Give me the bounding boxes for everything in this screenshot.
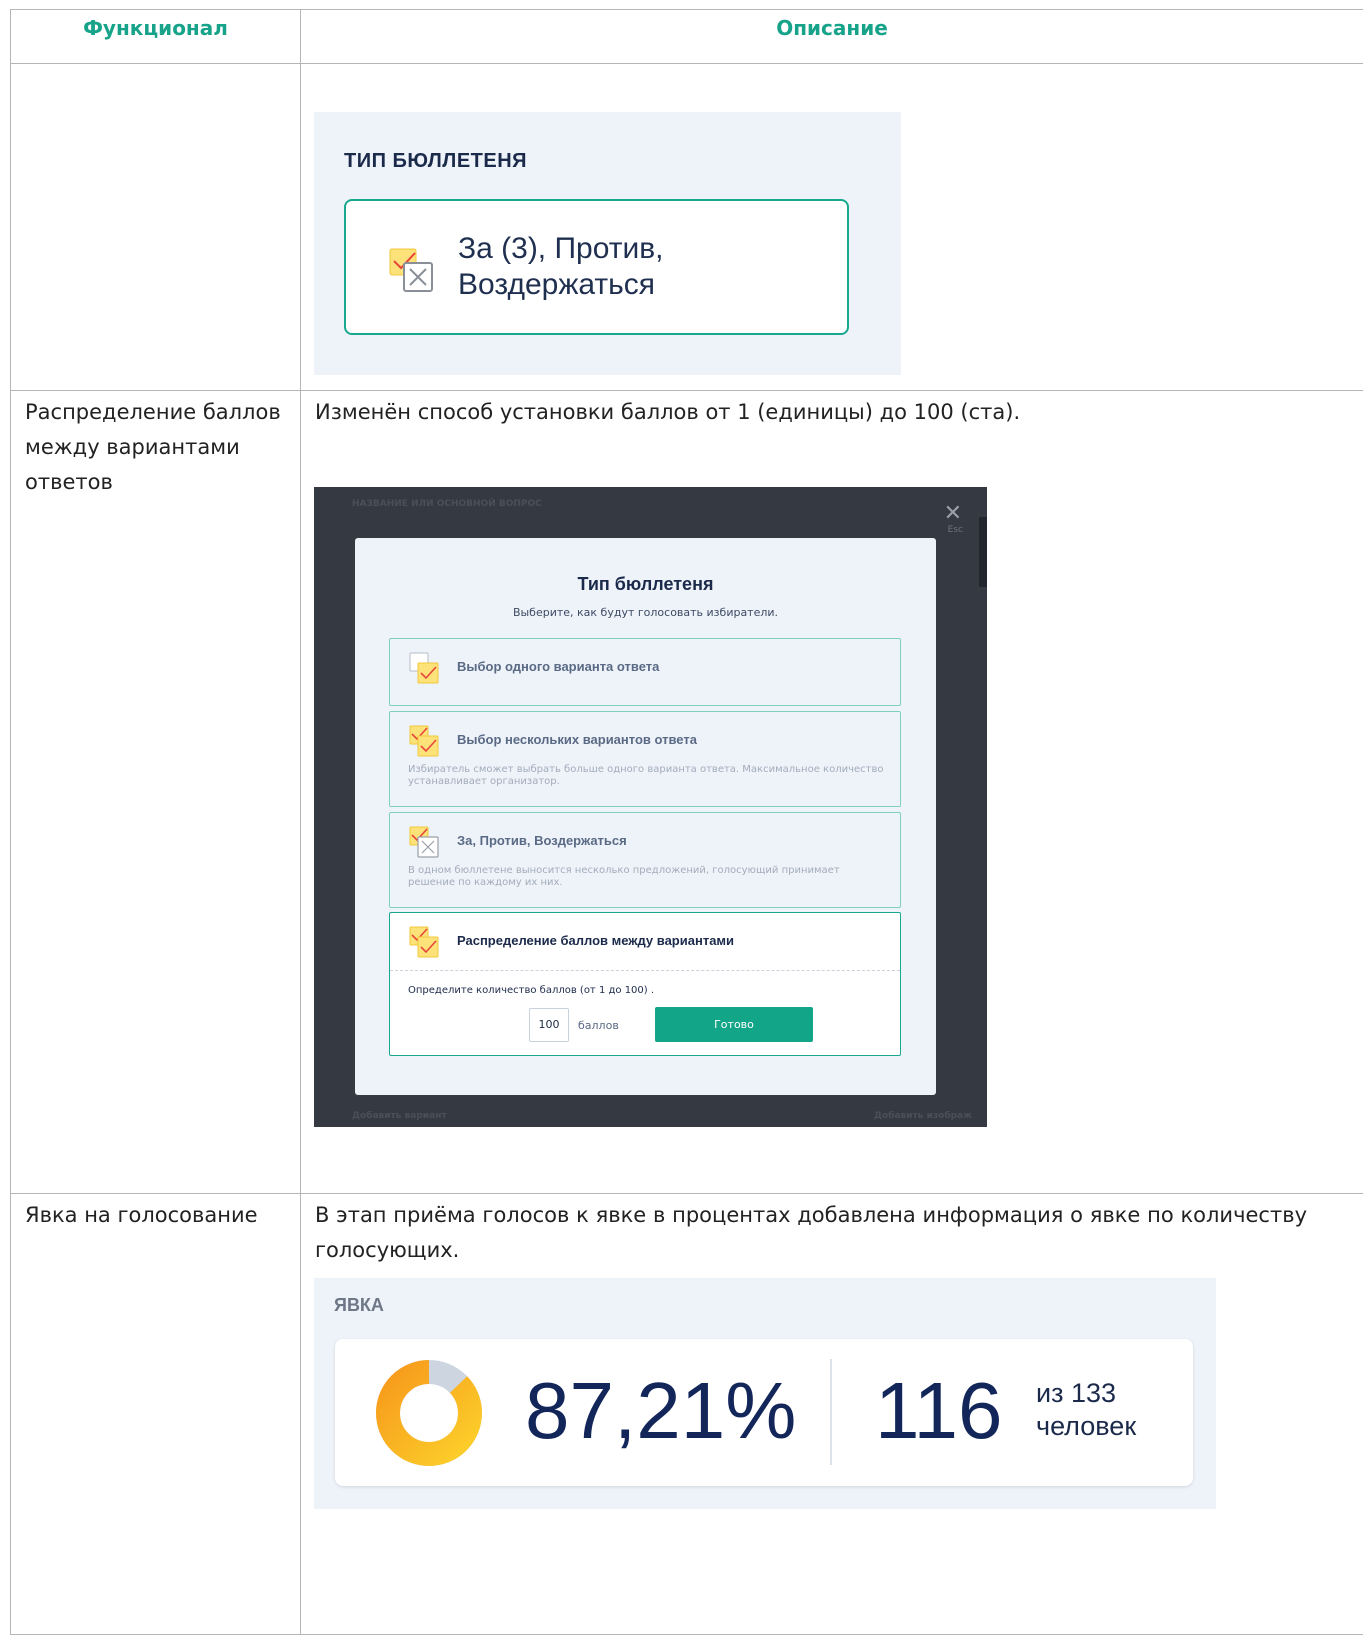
- turnout-total: из 133 человек: [1036, 1377, 1136, 1443]
- esc-hint: Esc: [948, 525, 963, 535]
- ballot-type-panel: ТИП БЮЛЛЕТЕНЯ За (3), Против,: [314, 112, 901, 375]
- close-icon[interactable]: ✕: [944, 503, 962, 525]
- option-title: Выбор нескольких вариантов ответа: [457, 732, 697, 747]
- table-row: ТИП БЮЛЛЕТЕНЯ За (3), Против,: [11, 64, 1363, 391]
- turnout-count: 116: [875, 1361, 1003, 1461]
- ballot-type-modal: Тип бюллетеня Выберите, как будут голосо…: [355, 538, 936, 1095]
- background-add-option: Добавить вариант: [352, 1111, 447, 1121]
- feature-cell-empty: [11, 64, 301, 391]
- feature-table: Функционал Описание ТИП БЮЛЛЕТЕНЯ: [10, 9, 1363, 1635]
- modal-screenshot: НАЗВАНИЕ ИЛИ ОСНОВНОЙ ВОПРОС Добавить ва…: [314, 487, 987, 1127]
- option-title: За, Против, Воздержаться: [457, 833, 627, 848]
- points-distribution-icon: [408, 925, 442, 963]
- modal-title: Тип бюллетеня: [355, 574, 936, 595]
- points-unit: баллов: [578, 1019, 619, 1032]
- option-title: Выбор одного варианта ответа: [457, 659, 659, 674]
- table-row: Явка на голосование В этап приёма голосо…: [11, 1194, 1363, 1635]
- option-description: Избиратель сможет выбрать больше одного …: [408, 764, 884, 788]
- turnout-donut-chart: [375, 1359, 483, 1467]
- for-against-abstain-icon: [388, 245, 438, 299]
- table-header-row: Функционал Описание: [11, 10, 1363, 64]
- done-button[interactable]: Готово: [655, 1007, 813, 1042]
- background-add-image: Добавить изображ: [874, 1111, 972, 1121]
- description-cell: Изменён способ установки баллов от 1 (ед…: [301, 391, 1363, 1194]
- header-feature: Функционал: [11, 10, 301, 64]
- feature-points-distribution: Распределение баллов между вариантами от…: [11, 391, 300, 500]
- option-divider: [390, 970, 900, 971]
- modal-subtitle: Выберите, как будут голосовать избирател…: [355, 606, 936, 619]
- feature-cell: Явка на голосование: [11, 1194, 301, 1635]
- ballot-type-title: ТИП БЮЛЛЕТЕНЯ: [344, 150, 527, 173]
- ballot-type-card-line1: За (3), Против,: [458, 231, 664, 267]
- turnout-percent: 87,21%: [525, 1361, 796, 1461]
- turnout-panel: ЯВКА 87,21%: [314, 1278, 1216, 1509]
- single-choice-icon: [408, 651, 442, 689]
- header-description: Описание: [301, 10, 1363, 64]
- background-scrollbar: [979, 517, 987, 587]
- option-multiple-choice[interactable]: Выбор нескольких вариантов ответа Избира…: [389, 711, 901, 807]
- ballot-type-card-text: За (3), Против, Воздержаться: [458, 231, 664, 303]
- turnout-card: 87,21% 116 из 133 человек: [335, 1339, 1193, 1486]
- turnout-divider: [830, 1359, 832, 1465]
- description-points-distribution: Изменён способ установки баллов от 1 (ед…: [301, 391, 1363, 430]
- ballot-type-card-line2: Воздержаться: [458, 267, 664, 303]
- option-points-distribution[interactable]: Распределение баллов между вариантами Оп…: [389, 912, 901, 1056]
- option-for-against-abstain[interactable]: За, Против, Воздержаться В одном бюллете…: [389, 812, 901, 908]
- ballot-type-card[interactable]: За (3), Против, Воздержаться: [344, 199, 849, 335]
- document-page: Функционал Описание ТИП БЮЛЛЕТЕНЯ: [0, 0, 1363, 1632]
- option-single-choice[interactable]: Выбор одного варианта ответа: [389, 638, 901, 706]
- for-against-abstain-icon: [408, 825, 442, 863]
- feature-turnout: Явка на голосование: [11, 1194, 300, 1233]
- points-label: Определите количество баллов (от 1 до 10…: [408, 985, 654, 996]
- multiple-choice-icon: [408, 724, 442, 762]
- option-description: В одном бюллетене выносится несколько пр…: [408, 865, 884, 889]
- turnout-label: ЯВКА: [334, 1295, 384, 1316]
- option-title: Распределение баллов между вариантами: [457, 933, 734, 948]
- description-turnout: В этап приёма голосов к явке в процентах…: [301, 1194, 1307, 1268]
- background-label: НАЗВАНИЕ ИЛИ ОСНОВНОЙ ВОПРОС: [352, 499, 542, 509]
- description-cell: ТИП БЮЛЛЕТЕНЯ За (3), Против,: [301, 64, 1363, 391]
- turnout-total-line2: человек: [1036, 1410, 1136, 1443]
- feature-cell: Распределение баллов между вариантами от…: [11, 391, 301, 1194]
- table-row: Распределение баллов между вариантами от…: [11, 391, 1363, 1194]
- description-cell: В этап приёма голосов к явке в процентах…: [301, 1194, 1363, 1635]
- turnout-total-line1: из 133: [1036, 1377, 1136, 1410]
- points-input[interactable]: 100: [529, 1008, 569, 1042]
